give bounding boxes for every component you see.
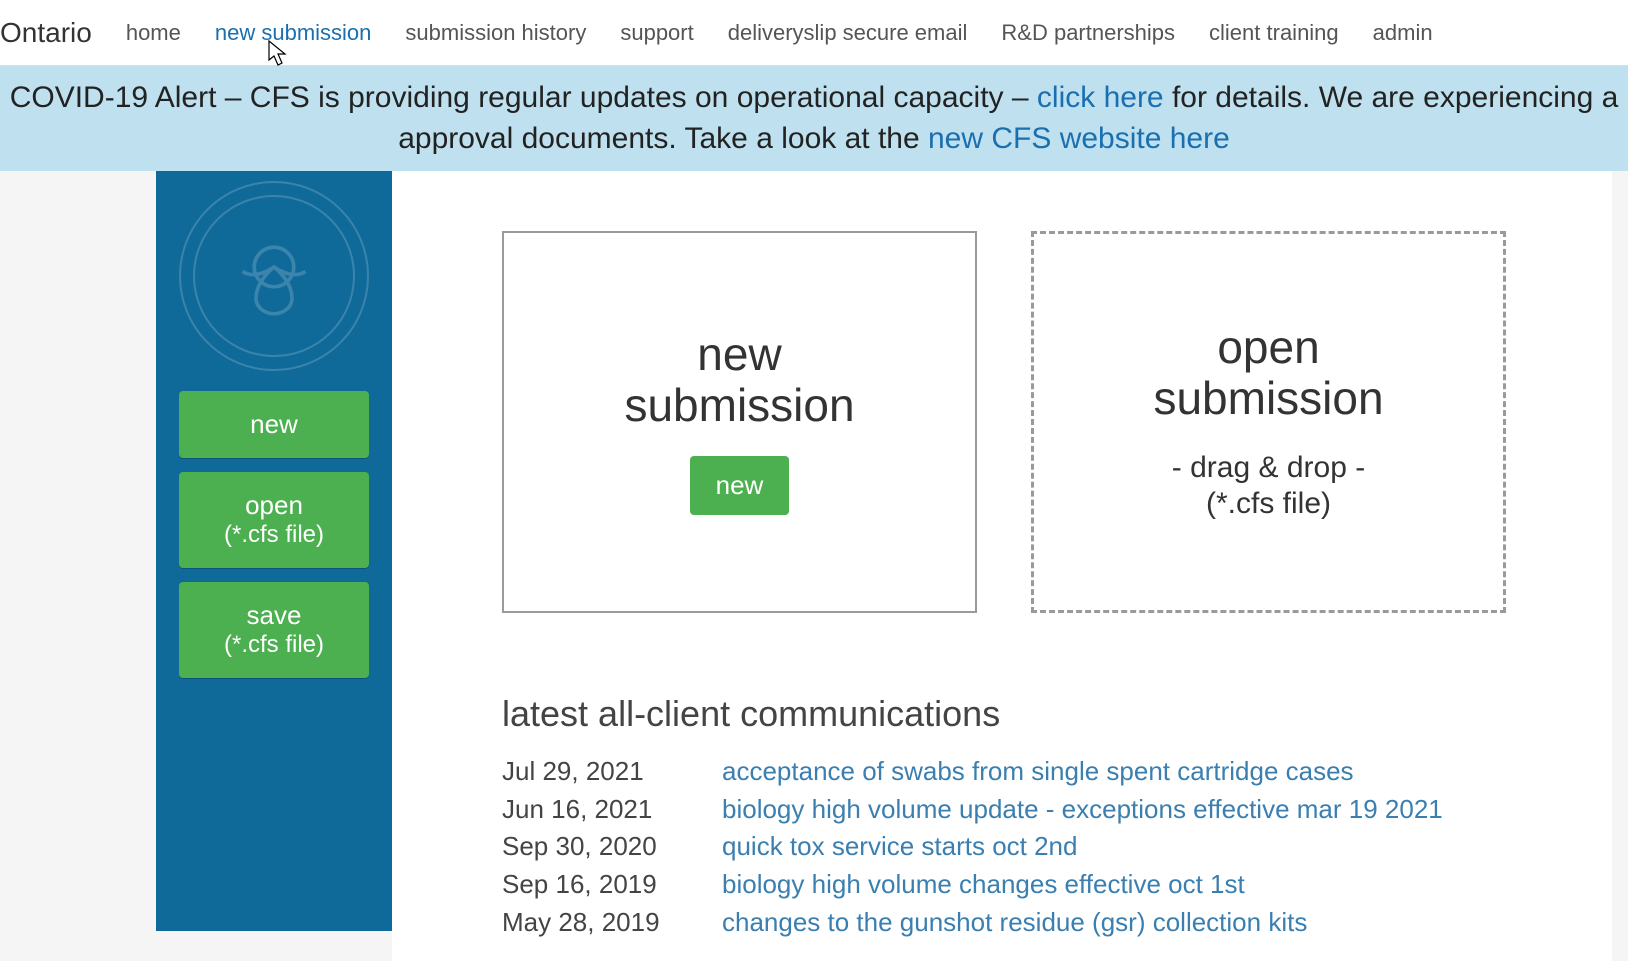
sidebar-open-sub: (*.cfs file) bbox=[185, 521, 363, 550]
communications-section: latest all-client communications Jul 29,… bbox=[502, 693, 1552, 941]
communications-link[interactable]: biology high volume update - exceptions … bbox=[722, 791, 1443, 829]
communications-date: May 28, 2019 bbox=[502, 904, 722, 942]
nav-new-submission[interactable]: new submission bbox=[215, 20, 372, 46]
sidebar-open-label: open bbox=[245, 490, 303, 520]
alert-text-1: COVID-19 Alert – CFS is providing regula… bbox=[10, 81, 1037, 114]
nav-admin[interactable]: admin bbox=[1373, 20, 1433, 46]
panels-row: new submission new open submission - dra… bbox=[502, 231, 1552, 613]
communications-row: Jun 16, 2021 biology high volume update … bbox=[502, 791, 1552, 829]
alert-link-new-website[interactable]: new CFS website here bbox=[928, 122, 1230, 155]
communications-link[interactable]: biology high volume changes effective oc… bbox=[722, 866, 1245, 904]
new-submission-button[interactable]: new bbox=[690, 456, 790, 515]
main-area: new submission new open submission - dra… bbox=[392, 171, 1612, 961]
nav-support[interactable]: support bbox=[620, 20, 693, 46]
sidebar-new-label: new bbox=[250, 409, 298, 439]
open-panel-title-1: open bbox=[1217, 321, 1319, 373]
nav-deliveryslip[interactable]: deliveryslip secure email bbox=[728, 20, 968, 46]
communications-row: Jul 29, 2021 acceptance of swabs from si… bbox=[502, 753, 1552, 791]
nav-home[interactable]: home bbox=[126, 20, 181, 46]
open-submission-panel[interactable]: open submission - drag & drop - (*.cfs f… bbox=[1031, 231, 1506, 613]
communications-date: Jul 29, 2021 bbox=[502, 753, 722, 791]
open-panel-title-2: submission bbox=[1153, 372, 1383, 424]
new-panel-title-2: submission bbox=[624, 379, 854, 431]
alert-text-3: approval documents. Take a look at the bbox=[398, 122, 928, 155]
top-nav: Ontario home new submission submission h… bbox=[0, 0, 1628, 66]
communications-row: Sep 16, 2019 biology high volume changes… bbox=[502, 866, 1552, 904]
content-row: new open (*.cfs file) save (*.cfs file) … bbox=[0, 171, 1628, 961]
alert-link-click-here[interactable]: click here bbox=[1037, 81, 1164, 114]
communications-row: May 28, 2019 changes to the gunshot resi… bbox=[502, 904, 1552, 942]
communications-link[interactable]: quick tox service starts oct 2nd bbox=[722, 828, 1077, 866]
alert-banner: COVID-19 Alert – CFS is providing regula… bbox=[0, 66, 1628, 171]
sidebar-save-button[interactable]: save (*.cfs file) bbox=[179, 582, 369, 678]
sidebar-save-sub: (*.cfs file) bbox=[185, 631, 363, 660]
communications-row: Sep 30, 2020 quick tox service starts oc… bbox=[502, 828, 1552, 866]
new-submission-panel: new submission new bbox=[502, 231, 977, 613]
communications-link[interactable]: acceptance of swabs from single spent ca… bbox=[722, 753, 1354, 791]
nav-rd-partnerships[interactable]: R&D partnerships bbox=[1001, 20, 1175, 46]
communications-heading: latest all-client communications bbox=[502, 693, 1552, 735]
open-panel-sub-1: - drag & drop - bbox=[1172, 451, 1365, 484]
communications-link[interactable]: changes to the gunshot residue (gsr) col… bbox=[722, 904, 1307, 942]
ontario-seal-icon bbox=[179, 181, 369, 371]
sidebar: new open (*.cfs file) save (*.cfs file) bbox=[156, 171, 392, 931]
new-panel-title-1: new bbox=[697, 328, 781, 380]
nav-submission-history[interactable]: submission history bbox=[405, 20, 586, 46]
communications-date: Sep 30, 2020 bbox=[502, 828, 722, 866]
communications-date: Sep 16, 2019 bbox=[502, 866, 722, 904]
sidebar-save-label: save bbox=[247, 600, 302, 630]
sidebar-open-button[interactable]: open (*.cfs file) bbox=[179, 472, 369, 568]
open-panel-sub-2: (*.cfs file) bbox=[1206, 487, 1331, 520]
nav-client-training[interactable]: client training bbox=[1209, 20, 1339, 46]
sidebar-new-button[interactable]: new bbox=[179, 391, 369, 458]
brand-label: Ontario bbox=[0, 17, 92, 49]
alert-text-2: for details. We are experiencing a bbox=[1164, 81, 1619, 114]
communications-date: Jun 16, 2021 bbox=[502, 791, 722, 829]
